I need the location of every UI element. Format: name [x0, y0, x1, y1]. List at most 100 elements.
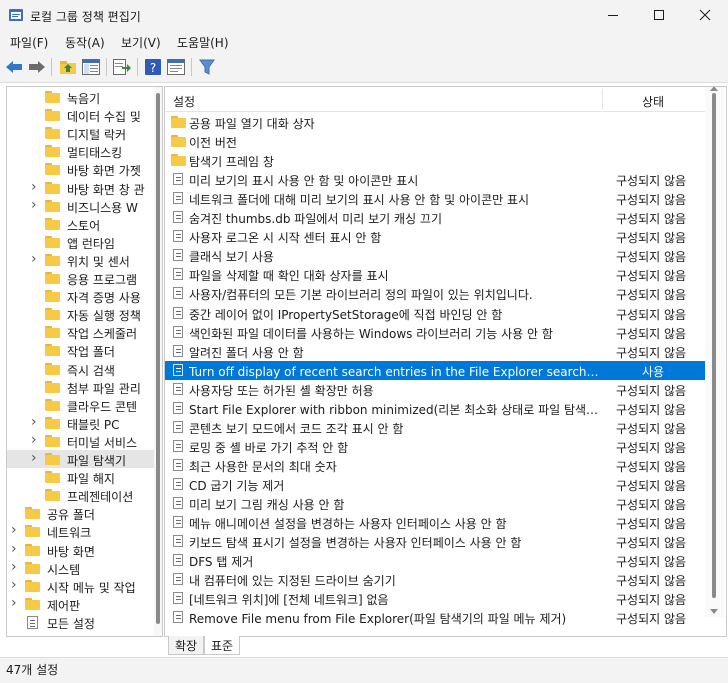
menu-help[interactable]: 도움말(H) — [177, 34, 229, 51]
expand-chevron-icon[interactable]: › — [31, 197, 37, 213]
policy-row[interactable]: 파일을 삭제할 때 확인 대화 상자를 표시 구성되지 않음 — [165, 265, 705, 284]
tree-item[interactable]: › 제어판 — [7, 595, 154, 613]
back-button[interactable] — [4, 57, 24, 77]
policy-row[interactable]: Turn off display of recent search entrie… — [165, 360, 705, 380]
expand-chevron-icon[interactable]: › — [31, 179, 37, 195]
expand-chevron-icon[interactable]: › — [11, 595, 17, 611]
tree-item[interactable]: 프레젠테이션 — [7, 486, 154, 504]
tree-item[interactable]: 녹음기 — [7, 88, 154, 106]
policy-row[interactable]: CD 굽기 기능 제거 구성되지 않음 — [165, 475, 705, 494]
tree-item[interactable]: 데이터 수집 및 — [7, 106, 154, 124]
expand-chevron-icon[interactable]: › — [11, 522, 17, 538]
tree-item[interactable]: 멀티태스킹 — [7, 142, 154, 160]
tree-item[interactable]: 파일 해지 — [7, 468, 154, 486]
properties-button[interactable] — [166, 57, 186, 77]
tree-item[interactable]: › 태블릿 PC — [7, 414, 154, 432]
tree-item[interactable]: › 시스템 — [7, 559, 154, 577]
forward-button[interactable] — [27, 57, 47, 77]
policy-row[interactable]: 사용자/컴퓨터의 모든 기본 라이브러리 정의 파일이 있는 위치입니다. 구성되… — [165, 284, 705, 303]
maximize-button[interactable] — [636, 0, 682, 30]
tree-item[interactable]: › 시작 메뉴 및 작업 — [7, 577, 154, 595]
tree-item[interactable]: › 네트워크 — [7, 522, 154, 540]
policy-row[interactable]: Start File Explorer with ribbon minimize… — [165, 399, 705, 418]
expand-chevron-icon[interactable]: › — [11, 559, 17, 575]
tree-item[interactable]: 바탕 화면 가젯 — [7, 160, 154, 178]
tree-item[interactable]: 모든 설정 — [7, 613, 154, 631]
policy-setting-icon — [172, 458, 184, 472]
policy-row[interactable]: 최근 사용한 문서의 최대 숫자 구성되지 않음 — [165, 456, 705, 475]
policy-row[interactable]: 네트워크 폴더에 대해 미리 보기의 표시 사용 안 함 및 아이콘만 표시 구성… — [165, 189, 705, 208]
tree-item[interactable]: 공유 폴더 — [7, 504, 154, 522]
tab-standard[interactable]: 표준 — [204, 636, 241, 655]
toolbar-separator — [137, 58, 138, 76]
policy-row[interactable]: 내 컴퓨터에 있는 지정된 드라이브 숨기기 구성되지 않음 — [165, 570, 705, 589]
filter-button[interactable] — [197, 57, 217, 77]
column-setting-header[interactable]: 설정 — [173, 93, 195, 110]
tree-item[interactable]: 응용 프로그램 — [7, 269, 154, 287]
tree-item[interactable]: › 비즈니스용 W — [7, 197, 154, 215]
vertical-scrollbar[interactable] — [705, 87, 724, 617]
tree-item[interactable]: › 바탕 화면 — [7, 541, 154, 559]
scroll-thumb[interactable] — [712, 93, 716, 598]
up-one-level-button[interactable] — [58, 57, 78, 77]
policy-row[interactable]: 클래식 보기 사용 구성되지 않음 — [165, 246, 705, 265]
console-tree[interactable]: 녹음기 데이터 수집 및 디지털 락커 멀티태스킹 바탕 화면 가젯 › 바탕 화면 창 관… — [6, 86, 163, 637]
policy-row[interactable]: 색인화된 파일 데이터를 사용하는 Windows 라이브러리 기능 사용 안 … — [165, 323, 705, 342]
policy-row[interactable]: [네트워크 위치]에 [전체 네트워크] 없음 구성되지 않음 — [165, 589, 705, 608]
tree-item[interactable]: 클라우드 콘텐 — [7, 396, 154, 414]
menu-view[interactable]: 보기(V) — [121, 34, 161, 51]
column-divider[interactable] — [602, 89, 603, 109]
expand-chevron-icon[interactable]: › — [11, 577, 17, 593]
tree-item[interactable]: › 터미널 서비스 — [7, 432, 154, 450]
tree-item[interactable]: 디지털 락커 — [7, 124, 154, 142]
expand-chevron-icon[interactable]: › — [31, 432, 37, 448]
folder-icon — [25, 543, 40, 556]
expand-chevron-icon[interactable]: › — [11, 541, 17, 557]
folder-row[interactable]: 이전 버전 — [165, 132, 705, 151]
policy-setting-icon — [172, 516, 184, 529]
policy-row[interactable]: 미리 보기 그림 캐싱 사용 안 함 구성되지 않음 — [165, 494, 705, 513]
horizontal-scrollbar[interactable] — [165, 617, 705, 636]
policy-row[interactable]: 알려진 폴더 사용 안 함 구성되지 않음 — [165, 342, 705, 361]
tab-extended[interactable]: 확장 — [168, 636, 205, 655]
expand-chevron-icon[interactable]: › — [31, 414, 37, 430]
expand-chevron-icon[interactable]: › — [31, 251, 37, 267]
tree-item-label: 모든 설정 — [47, 616, 95, 631]
close-button[interactable] — [682, 0, 728, 30]
policy-row[interactable]: 중간 레이어 없이 IPropertySetStorage에 직접 바인딩 안 … — [165, 304, 705, 323]
show-hide-tree-button[interactable] — [81, 57, 101, 77]
policy-row[interactable]: 숨겨진 thumbs.db 파일에서 미리 보기 캐싱 끄기 구성되지 않음 — [165, 208, 705, 227]
tree-item[interactable]: 앱 런타임 — [7, 233, 154, 251]
expand-chevron-icon[interactable]: › — [31, 450, 37, 466]
policy-row[interactable]: 사용자당 또는 허가된 셸 확장만 허용 구성되지 않음 — [165, 380, 705, 399]
tree-item[interactable]: 자격 증명 사용 — [7, 287, 154, 305]
policy-row[interactable]: 메뉴 애니메이션 설정을 변경하는 사용자 인터페이스 사용 안 함 구성되지 않… — [165, 513, 705, 532]
tree-item[interactable]: 작업 폴더 — [7, 341, 154, 359]
menu-action[interactable]: 동작(A) — [65, 34, 105, 51]
policy-row[interactable]: 키보드 탐색 표시기 설정을 변경하는 사용자 인터페이스 사용 안 함 구성되지… — [165, 532, 705, 551]
policy-row[interactable]: 미리 보기의 표시 사용 안 함 및 아이콘만 표시 구성되지 않음 — [165, 170, 705, 189]
tree-item[interactable]: 자동 실행 정책 — [7, 305, 154, 323]
tree-item-label: 프레젠테이션 — [67, 490, 134, 505]
menu-file[interactable]: 파일(F) — [10, 34, 48, 51]
tree-item[interactable]: 스토어 — [7, 215, 154, 233]
column-state-header[interactable]: 상태 — [642, 93, 664, 110]
policy-row[interactable]: DFS 탭 제거 구성되지 않음 — [165, 551, 705, 570]
policy-row[interactable]: 사용자 로그온 시 시작 센터 표시 안 함 구성되지 않음 — [165, 227, 705, 246]
folder-row[interactable]: 탐색기 프레임 창 — [165, 151, 705, 170]
policy-setting-icon — [172, 173, 184, 186]
minimize-button[interactable] — [590, 0, 636, 30]
tree-item[interactable]: › 바탕 화면 창 관 — [7, 179, 154, 197]
tree-item[interactable]: 즉시 검색 — [7, 360, 154, 378]
export-list-button[interactable] — [112, 57, 132, 77]
help-button[interactable]: ? — [143, 57, 163, 77]
tree-item[interactable]: 첨부 파일 관리 — [7, 378, 154, 396]
policy-row[interactable]: 로밍 중 셸 바로 가기 추적 안 함 구성되지 않음 — [165, 437, 705, 456]
tree-item[interactable]: › 위치 및 센서 — [7, 251, 154, 269]
tree-vertical-scrollbar[interactable] — [154, 87, 162, 636]
tree-item[interactable]: 작업 스케줄러 — [7, 323, 154, 341]
policy-row[interactable]: 콘텐츠 보기 모드에서 코드 조각 표시 안 함 구성되지 않음 — [165, 418, 705, 437]
scroll-thumb[interactable] — [156, 93, 160, 624]
tree-item[interactable]: › 파일 탐색기 — [7, 450, 154, 468]
folder-row[interactable]: 공용 파일 열기 대화 상자 — [165, 113, 705, 132]
